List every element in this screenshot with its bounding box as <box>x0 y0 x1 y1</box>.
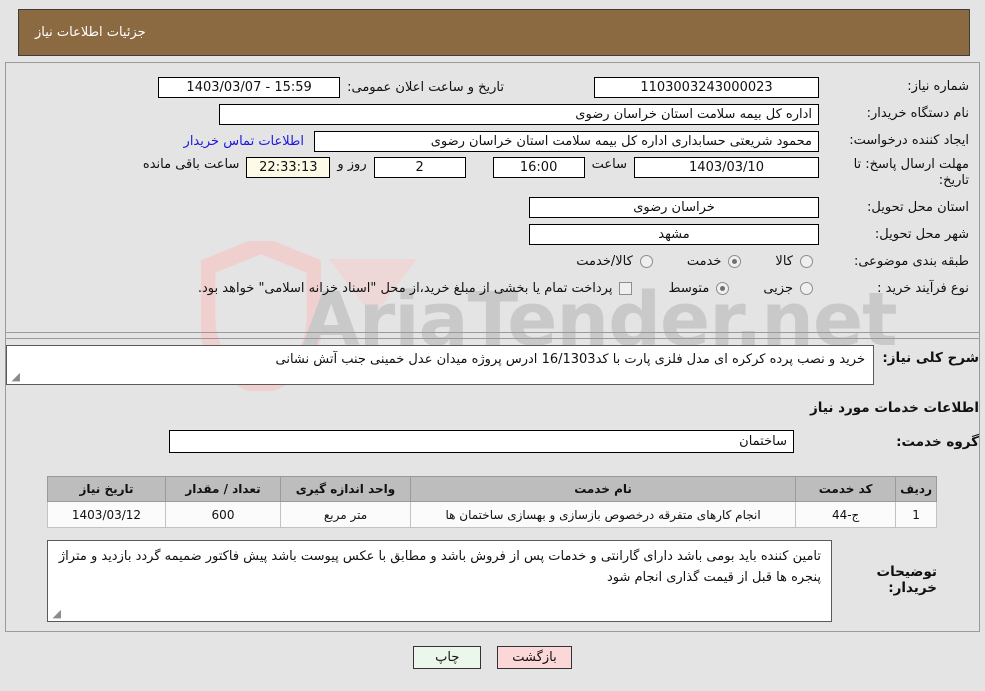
checkbox-icon[interactable] <box>619 282 633 295</box>
cell-need-date: 1403/03/12 <box>47 501 166 528</box>
print-button[interactable]: چاپ <box>413 646 482 669</box>
col-header-service-code: کد خدمت <box>795 476 897 502</box>
col-header-need-date: تاریخ نیاز <box>47 476 166 502</box>
cell-service-code: ج-44 <box>795 501 897 528</box>
table-row: 1 ج-44 انجام کارهای متفرقه درخصوص بازساز… <box>47 501 937 528</box>
category-label: طبقه بندی موضوعی: <box>853 253 969 269</box>
divider-bottom <box>6 338 979 339</box>
resize-grip-icon[interactable]: ◢ <box>10 371 20 382</box>
cell-quantity: 600 <box>165 501 281 528</box>
category-option-label-1: خدمت <box>686 254 722 269</box>
city-label: شهر محل تحویل: <box>874 226 969 242</box>
radio-icon[interactable] <box>800 255 813 268</box>
divider-top <box>6 332 979 333</box>
buyer-org-label: نام دستگاه خریدار: <box>866 106 969 122</box>
announce-datetime-value: 15:59 - 1403/03/07 <box>158 76 341 98</box>
page-root: AriaTender.net جزئیات اطلاعات نیاز شماره… <box>0 0 985 691</box>
buyer-notes-label: توضیحات خریدار: <box>876 564 937 596</box>
services-section-heading: اطلاعات خدمات مورد نیاز <box>809 400 979 416</box>
page-header: جزئیات اطلاعات نیاز <box>18 9 970 56</box>
cell-service-name: انجام کارهای متفرقه درخصوص بازسازی و بهس… <box>409 501 797 528</box>
col-header-service-name: نام خدمت <box>409 476 797 502</box>
row-requester: ایجاد کننده درخواست: محمود شریعتی حسابدا… <box>16 130 969 152</box>
remaining-time-label: ساعت باقی مانده <box>142 157 240 172</box>
service-group-value: ساختمان <box>169 430 794 453</box>
process-option-motavaset[interactable]: متوسط <box>668 281 730 296</box>
row-province: استان محل تحویل: خراسان رضوی <box>16 197 969 219</box>
buyer-notes-textarea[interactable]: تامین کننده باید بومی باشد دارای گارانتی… <box>47 540 832 622</box>
deadline-label: مهلت ارسال پاسخ: تا تاریخ: <box>853 157 969 189</box>
category-radio-group: کالا خدمت کالا/خدمت <box>570 254 819 269</box>
category-option-khedmat[interactable]: خدمت <box>687 254 742 269</box>
buyer-notes-value: تامین کننده باید بومی باشد دارای گارانتی… <box>58 549 821 586</box>
need-description-textarea[interactable]: خرید و نصب پرده کرکره ای مدل فلزی پارت ب… <box>6 345 874 385</box>
treasury-checkbox-item[interactable]: پرداخت تمام یا بخشی از مبلغ خرید،از محل … <box>198 281 633 296</box>
row-process-type: نوع فرآیند خرید : جزیی متوسط پرداخت تمام… <box>16 278 969 300</box>
process-type-label: نوع فرآیند خرید : <box>877 280 969 296</box>
radio-icon[interactable] <box>728 255 742 268</box>
service-group-label: گروه خدمت: <box>896 433 979 450</box>
cell-row-no: 1 <box>895 501 937 528</box>
services-table: ردیف کد خدمت نام خدمت واحد اندازه گیری ت… <box>47 476 937 528</box>
need-info-form: شماره نیاز: 1103003243000023 تاریخ و ساع… <box>6 68 979 311</box>
row-need-number: شماره نیاز: 1103003243000023 تاریخ و ساع… <box>16 76 969 98</box>
deadline-hour-value: 16:00 <box>492 157 585 178</box>
hour-label: ساعت <box>591 157 627 172</box>
requester-label: ایجاد کننده درخواست: <box>849 133 969 149</box>
treasury-checkbox-label: پرداخت تمام یا بخشی از مبلغ خرید،از محل … <box>197 281 613 296</box>
process-option-jozii[interactable]: جزیی <box>763 281 813 296</box>
category-option-kala-khedmat[interactable]: کالا/خدمت <box>576 254 653 269</box>
buyer-notes-section: توضیحات خریدار: تامین کننده باید بومی با… <box>47 540 937 622</box>
col-header-quantity: تعداد / مقدار <box>165 476 281 502</box>
announce-datetime-label: تاریخ و ساعت اعلان عمومی: <box>347 79 504 95</box>
buyer-org-value: اداره کل بیمه سلامت استان خراسان رضوی <box>219 103 819 125</box>
row-category: طبقه بندی موضوعی: کالا خدمت کالا/خدمت <box>16 251 969 273</box>
deadline-date-value: 1403/03/10 <box>634 157 819 178</box>
row-deadline: مهلت ارسال پاسخ: تا تاریخ: 1403/03/10 سا… <box>16 157 969 190</box>
category-option-kala[interactable]: کالا <box>775 254 813 269</box>
buyer-contact-link[interactable]: اطلاعات تماس خریدار <box>174 134 314 149</box>
row-city: شهر محل تحویل: مشهد <box>16 224 969 246</box>
col-header-row-no: ردیف <box>895 476 937 502</box>
services-table-wrapper: ردیف کد خدمت نام خدمت واحد اندازه گیری ت… <box>47 476 937 528</box>
resize-grip-icon[interactable]: ◢ <box>51 608 61 619</box>
remaining-time-value: 22:33:13 <box>246 157 331 178</box>
process-option-label-0: جزیی <box>763 281 793 296</box>
requester-value: محمود شریعتی حسابداری اداره کل بیمه سلام… <box>314 130 819 152</box>
remaining-days-value: 2 <box>373 157 466 178</box>
days-label: روز و <box>337 157 367 172</box>
cell-unit: متر مربع <box>280 501 411 528</box>
need-number-label: شماره نیاز: <box>907 79 969 95</box>
need-number-value: 1103003243000023 <box>594 76 819 98</box>
category-option-label-2: کالا/خدمت <box>576 254 633 269</box>
radio-icon[interactable] <box>800 282 813 295</box>
row-buyer-org: نام دستگاه خریدار: اداره کل بیمه سلامت ا… <box>16 103 969 125</box>
province-value: خراسان رضوی <box>529 197 819 218</box>
process-type-radio-group: جزیی متوسط <box>662 281 819 296</box>
need-description-value: خرید و نصب پرده کرکره ای مدل فلزی پارت ب… <box>275 352 866 367</box>
page-title: جزئیات اطلاعات نیاز <box>35 25 146 40</box>
back-button[interactable]: بازگشت <box>497 646 572 669</box>
province-label: استان محل تحویل: <box>867 199 969 215</box>
table-header-row: ردیف کد خدمت نام خدمت واحد اندازه گیری ت… <box>47 476 937 502</box>
city-value: مشهد <box>529 224 819 245</box>
footer-actions: بازگشت چاپ <box>0 646 985 669</box>
col-header-unit: واحد اندازه گیری <box>280 476 411 502</box>
need-description-label: شرح کلی نیاز: <box>882 350 979 366</box>
category-option-label-0: کالا <box>775 254 793 269</box>
need-description-section: شرح کلی نیاز: خرید و نصب پرده کرکره ای م… <box>6 345 979 385</box>
process-option-label-1: متوسط <box>668 281 710 296</box>
radio-icon[interactable] <box>716 282 730 295</box>
radio-icon[interactable] <box>639 255 653 268</box>
service-group-row: گروه خدمت: ساختمان <box>6 430 979 453</box>
